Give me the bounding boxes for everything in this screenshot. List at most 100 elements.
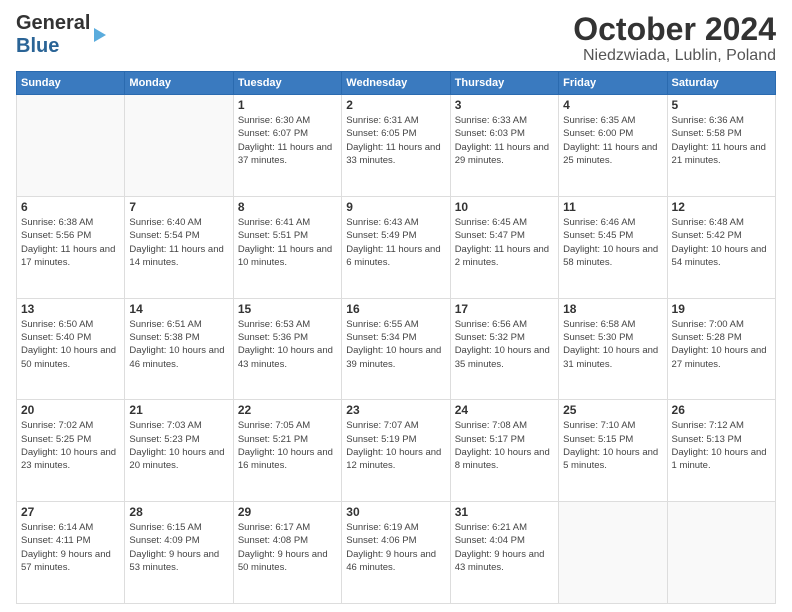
day-detail: Sunrise: 6:35 AM Sunset: 6:00 PM Dayligh…: [563, 114, 662, 167]
table-row: 5Sunrise: 6:36 AM Sunset: 5:58 PM Daylig…: [667, 95, 775, 197]
day-number: 11: [563, 200, 662, 214]
table-row: 29 Sunrise: 6:17 AM Sunset: 4:08 PM Dayli…: [233, 502, 341, 604]
day-number: 12: [672, 200, 771, 214]
day-detail: Sunrise: 7:08 AM Sunset: 5:17 PM Dayligh…: [455, 419, 554, 472]
day-detail: Sunrise: 7:10 AM Sunset: 5:15 PM Dayligh…: [563, 419, 662, 472]
table-row: 9 Sunrise: 6:43 AM Sunset: 5:49 PM Daylig…: [342, 196, 450, 298]
page: General Blue October 2024 Niedzwiada, Lu…: [0, 0, 792, 612]
header-monday: Monday: [125, 72, 233, 95]
header-friday: Friday: [559, 72, 667, 95]
location-subtitle: Niedzwiada, Lublin, Poland: [573, 47, 776, 65]
day-number: 15: [238, 302, 337, 316]
day-number: 22: [238, 403, 337, 417]
logo-arrow-icon: [94, 28, 106, 42]
day-number: 4: [563, 98, 662, 112]
day-detail: Sunrise: 7:00 AM Sunset: 5:28 PM Dayligh…: [672, 318, 771, 371]
table-row: [125, 95, 233, 197]
day-number: 27: [21, 505, 120, 519]
logo-blue: Blue: [16, 35, 59, 57]
day-detail: Sunrise: 7:05 AM Sunset: 5:21 PM Dayligh…: [238, 419, 337, 472]
day-detail: Sunrise: 6:43 AM Sunset: 5:49 PM Dayligh…: [346, 216, 445, 269]
table-row: 12 Sunrise: 6:48 AM Sunset: 5:42 PM Dayli…: [667, 196, 775, 298]
day-number: 14: [129, 302, 228, 316]
calendar-header-row: Sunday Monday Tuesday Wednesday Thursday…: [17, 72, 776, 95]
day-detail: Sunrise: 6:55 AM Sunset: 5:34 PM Dayligh…: [346, 318, 445, 371]
header-tuesday: Tuesday: [233, 72, 341, 95]
table-row: 11 Sunrise: 6:46 AM Sunset: 5:45 PM Dayli…: [559, 196, 667, 298]
day-detail: Sunrise: 7:02 AM Sunset: 5:25 PM Dayligh…: [21, 419, 120, 472]
logo: General Blue: [16, 12, 106, 58]
day-detail: Sunrise: 6:46 AM Sunset: 5:45 PM Dayligh…: [563, 216, 662, 269]
day-number: 6: [21, 200, 120, 214]
day-detail: Sunrise: 6:48 AM Sunset: 5:42 PM Dayligh…: [672, 216, 771, 269]
day-detail: Sunrise: 6:40 AM Sunset: 5:54 PM Dayligh…: [129, 216, 228, 269]
table-row: 23 Sunrise: 7:07 AM Sunset: 5:19 PM Dayli…: [342, 400, 450, 502]
day-detail: Sunrise: 6:17 AM Sunset: 4:08 PM Dayligh…: [238, 521, 337, 574]
title-block: October 2024 Niedzwiada, Lublin, Poland: [573, 12, 776, 65]
day-number: 30: [346, 505, 445, 519]
day-number: 31: [455, 505, 554, 519]
day-number: 19: [672, 302, 771, 316]
table-row: 15 Sunrise: 6:53 AM Sunset: 5:36 PM Dayli…: [233, 298, 341, 400]
table-row: 25 Sunrise: 7:10 AM Sunset: 5:15 PM Dayli…: [559, 400, 667, 502]
day-detail: Sunrise: 6:15 AM Sunset: 4:09 PM Dayligh…: [129, 521, 228, 574]
day-detail: Sunrise: 6:31 AM Sunset: 6:05 PM Dayligh…: [346, 114, 445, 167]
table-row: [667, 502, 775, 604]
day-detail: Sunrise: 6:36 AM Sunset: 5:58 PM Dayligh…: [672, 114, 771, 167]
day-detail: Sunrise: 6:19 AM Sunset: 4:06 PM Dayligh…: [346, 521, 445, 574]
day-number: 21: [129, 403, 228, 417]
day-detail: Sunrise: 6:14 AM Sunset: 4:11 PM Dayligh…: [21, 521, 120, 574]
table-row: 8 Sunrise: 6:41 AM Sunset: 5:51 PM Daylig…: [233, 196, 341, 298]
day-detail: Sunrise: 6:58 AM Sunset: 5:30 PM Dayligh…: [563, 318, 662, 371]
day-number: 13: [21, 302, 120, 316]
table-row: 19 Sunrise: 7:00 AM Sunset: 5:28 PM Dayli…: [667, 298, 775, 400]
day-detail: Sunrise: 6:53 AM Sunset: 5:36 PM Dayligh…: [238, 318, 337, 371]
month-year-title: October 2024: [573, 12, 776, 47]
table-row: 3Sunrise: 6:33 AM Sunset: 6:03 PM Daylig…: [450, 95, 558, 197]
day-number: 28: [129, 505, 228, 519]
day-detail: Sunrise: 6:30 AM Sunset: 6:07 PM Dayligh…: [238, 114, 337, 167]
day-number: 18: [563, 302, 662, 316]
day-number: 1: [238, 98, 337, 112]
header-wednesday: Wednesday: [342, 72, 450, 95]
header-sunday: Sunday: [17, 72, 125, 95]
header-saturday: Saturday: [667, 72, 775, 95]
day-detail: Sunrise: 6:45 AM Sunset: 5:47 PM Dayligh…: [455, 216, 554, 269]
table-row: 1 Sunrise: 6:30 AM Sunset: 6:07 PM Daylig…: [233, 95, 341, 197]
table-row: [17, 95, 125, 197]
day-number: 29: [238, 505, 337, 519]
table-row: 28 Sunrise: 6:15 AM Sunset: 4:09 PM Dayli…: [125, 502, 233, 604]
header-thursday: Thursday: [450, 72, 558, 95]
day-number: 8: [238, 200, 337, 214]
table-row: 4 Sunrise: 6:35 AM Sunset: 6:00 PM Daylig…: [559, 95, 667, 197]
day-number: 25: [563, 403, 662, 417]
day-detail: Sunrise: 7:07 AM Sunset: 5:19 PM Dayligh…: [346, 419, 445, 472]
day-detail: Sunrise: 6:38 AM Sunset: 5:56 PM Dayligh…: [21, 216, 120, 269]
day-number: 3: [455, 98, 554, 112]
day-number: 2: [346, 98, 445, 112]
table-row: 31 Sunrise: 6:21 AM Sunset: 4:04 PM Dayli…: [450, 502, 558, 604]
day-number: 23: [346, 403, 445, 417]
day-number: 24: [455, 403, 554, 417]
day-number: 16: [346, 302, 445, 316]
day-detail: Sunrise: 6:41 AM Sunset: 5:51 PM Dayligh…: [238, 216, 337, 269]
day-number: 20: [21, 403, 120, 417]
day-detail: Sunrise: 6:21 AM Sunset: 4:04 PM Dayligh…: [455, 521, 554, 574]
table-row: 2 Sunrise: 6:31 AM Sunset: 6:05 PM Daylig…: [342, 95, 450, 197]
day-number: 7: [129, 200, 228, 214]
table-row: 14 Sunrise: 6:51 AM Sunset: 5:38 PM Dayli…: [125, 298, 233, 400]
table-row: 26Sunrise: 7:12 AM Sunset: 5:13 PM Dayli…: [667, 400, 775, 502]
table-row: 7 Sunrise: 6:40 AM Sunset: 5:54 PM Daylig…: [125, 196, 233, 298]
table-row: 6 Sunrise: 6:38 AM Sunset: 5:56 PM Daylig…: [17, 196, 125, 298]
table-row: 20 Sunrise: 7:02 AM Sunset: 5:25 PM Dayli…: [17, 400, 125, 502]
table-row: 21 Sunrise: 7:03 AM Sunset: 5:23 PM Dayli…: [125, 400, 233, 502]
day-detail: Sunrise: 7:03 AM Sunset: 5:23 PM Dayligh…: [129, 419, 228, 472]
table-row: 30 Sunrise: 6:19 AM Sunset: 4:06 PM Dayli…: [342, 502, 450, 604]
day-detail: Sunrise: 7:12 AM Sunset: 5:13 PM Dayligh…: [672, 419, 771, 472]
day-number: 9: [346, 200, 445, 214]
day-number: 17: [455, 302, 554, 316]
table-row: 27 Sunrise: 6:14 AM Sunset: 4:11 PM Dayli…: [17, 502, 125, 604]
table-row: 13Sunrise: 6:50 AM Sunset: 5:40 PM Dayli…: [17, 298, 125, 400]
day-detail: Sunrise: 6:51 AM Sunset: 5:38 PM Dayligh…: [129, 318, 228, 371]
table-row: 22 Sunrise: 7:05 AM Sunset: 5:21 PM Dayli…: [233, 400, 341, 502]
